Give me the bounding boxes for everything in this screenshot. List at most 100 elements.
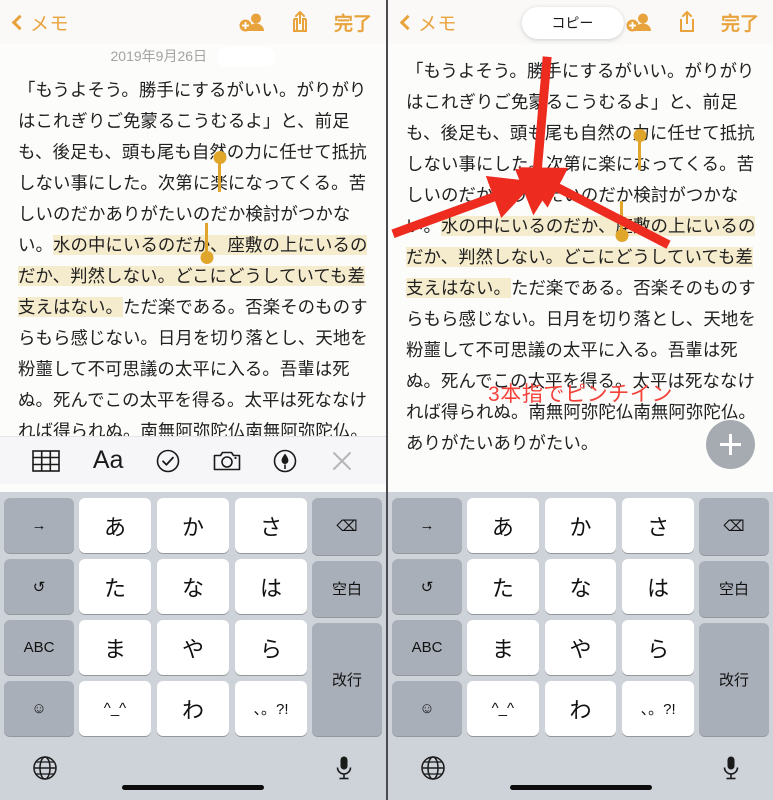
selection-handle-end[interactable] — [615, 201, 628, 242]
key-punctuation[interactable]: 、。?! — [235, 681, 307, 736]
key-punctuation[interactable]: 、。?! — [622, 681, 694, 736]
key-ya[interactable]: や — [544, 620, 617, 675]
left-navbar-actions: 完了 — [239, 9, 372, 36]
done-button[interactable]: 完了 — [334, 9, 372, 36]
share-icon[interactable] — [677, 10, 697, 35]
right-navbar: メモ コピー 完了 — [388, 0, 773, 44]
key-ha[interactable]: は — [622, 559, 694, 614]
key-backspace[interactable]: ⌫ — [312, 498, 382, 555]
right-navbar-actions: 完了 — [626, 9, 759, 36]
keyboard-keys-grid: → ↺ ABC ☺ あ か さ た な は ま や ら ^_^ わ 、。?! ⌫… — [4, 498, 382, 736]
format-aa-icon[interactable]: Aa — [93, 446, 124, 475]
note-date: 2019年9月26日 — [110, 48, 208, 64]
key-emoji[interactable]: ☺ — [4, 681, 74, 736]
key-return[interactable]: 改行 — [699, 623, 769, 736]
key-ha[interactable]: は — [235, 559, 307, 614]
keyboard-right-column: ⌫ 空白 改行 — [699, 498, 769, 736]
microphone-icon[interactable] — [334, 755, 354, 781]
key-wa[interactable]: わ — [157, 681, 229, 736]
selection-knob — [633, 129, 646, 142]
key-wa[interactable]: わ — [544, 681, 617, 736]
key-sa[interactable]: さ — [235, 498, 307, 553]
home-indicator — [122, 785, 264, 790]
selection-knob — [200, 250, 213, 264]
keyboard-bottom-bar — [4, 736, 382, 800]
selection-handle-end[interactable] — [200, 222, 213, 264]
key-return[interactable]: 改行 — [312, 623, 382, 736]
key-ra[interactable]: ら — [622, 620, 694, 675]
keyboard-right-column: ⌫ 空白 改行 — [312, 498, 382, 736]
right-keyboard: → ↺ ABC ☺ あ か さ た な は ま や ら ^_^ わ 、。?! ⌫… — [388, 492, 773, 800]
done-button[interactable]: 完了 — [721, 9, 759, 36]
keyboard-center-columns: あ か さ た な は ま や ら ^_^ わ 、。?! — [467, 498, 694, 736]
back-label: メモ — [418, 13, 458, 35]
add-person-icon[interactable] — [626, 11, 653, 33]
note-date-row: 2019年9月26日 — [0, 44, 386, 73]
selection-knob — [213, 150, 226, 164]
key-na[interactable]: な — [157, 559, 229, 614]
key-kaomoji[interactable]: ^_^ — [467, 681, 539, 736]
dual-screenshot-comparison: メモ 完了 2019年9月26日 「もうよそう。勝手にするがいい。がりがりはこれ… — [0, 0, 773, 800]
keyboard-left-column: → ↺ ABC ☺ — [4, 498, 74, 736]
back-to-notes-button[interactable]: メモ — [399, 9, 458, 36]
add-person-icon[interactable] — [239, 11, 266, 33]
camera-icon[interactable] — [213, 450, 241, 472]
note-segment: 「もうよそう。勝手にするがいい。がりがりはこれぎりご免蒙るこうむるよ」と、前足も… — [406, 61, 755, 236]
copy-popup-button[interactable]: コピー — [521, 7, 624, 39]
key-abc[interactable]: ABC — [392, 620, 462, 675]
left-note-body[interactable]: 「もうよそう。勝手にするがいい。がりがりはこれぎりご免蒙るこうむるよ」と、前足も… — [0, 73, 386, 478]
key-ma[interactable]: ま — [467, 620, 539, 675]
keyboard-center-columns: あ か さ た な は ま や ら ^_^ わ 、。?! — [79, 498, 307, 736]
left-keyboard: → ↺ ABC ☺ あ か さ た な は ま や ら ^_^ わ 、。?! ⌫… — [0, 492, 386, 800]
key-ta[interactable]: た — [79, 559, 151, 614]
table-icon[interactable] — [32, 449, 61, 472]
key-ma[interactable]: ま — [79, 620, 151, 675]
left-edit-toolbar: Aa — [0, 436, 386, 484]
key-ka[interactable]: か — [544, 498, 617, 553]
key-space[interactable]: 空白 — [699, 560, 769, 617]
key-kaomoji[interactable]: ^_^ — [79, 681, 151, 736]
key-arrow-right[interactable]: → — [392, 498, 462, 553]
key-space[interactable]: 空白 — [312, 560, 382, 617]
chevron-left-icon — [11, 14, 28, 30]
add-note-fab[interactable] — [706, 420, 755, 469]
key-undo[interactable]: ↺ — [392, 559, 462, 614]
home-indicator — [509, 785, 652, 790]
note-segment: 「もうよそう。勝手にするがいい。がりがりはこれぎりご免蒙るこうむるよ」と、前足も… — [18, 79, 367, 255]
selection-handle-start[interactable] — [213, 150, 226, 192]
markup-pen-icon[interactable] — [273, 449, 297, 473]
key-arrow-right[interactable]: → — [4, 498, 74, 553]
keyboard-left-column: → ↺ ABC ☺ — [392, 498, 462, 736]
back-to-notes-button[interactable]: メモ — [11, 9, 70, 36]
right-screen: メモ コピー 完了 「もうよそう。勝手にするがいい。がりがりはこれぎりご免蒙るこ… — [386, 0, 773, 800]
keyboard-keys-grid: → ↺ ABC ☺ あ か さ た な は ま や ら ^_^ わ 、。?! ⌫… — [392, 498, 769, 736]
selection-handle-start[interactable] — [633, 129, 646, 170]
key-abc[interactable]: ABC — [4, 620, 74, 675]
chevron-left-icon — [399, 14, 416, 30]
left-screen: メモ 完了 2019年9月26日 「もうよそう。勝手にするがいい。がりがりはこれ… — [0, 0, 386, 800]
key-ya[interactable]: や — [157, 620, 229, 675]
plus-icon-vertical — [729, 434, 732, 455]
key-backspace[interactable]: ⌫ — [699, 498, 769, 555]
selection-knob — [615, 229, 628, 242]
note-segment: ただ楽である。否楽そのものすらもら感じない。日月を切り落とし、天地を粉蘁して不可… — [406, 278, 756, 453]
gesture-annotation-label: 3本指でピンチイン — [487, 383, 674, 406]
keyboard-bottom-bar — [392, 736, 769, 800]
globe-icon[interactable] — [420, 755, 446, 781]
globe-icon[interactable] — [32, 755, 58, 781]
share-icon[interactable] — [290, 10, 310, 35]
key-sa[interactable]: さ — [622, 498, 694, 553]
key-emoji[interactable]: ☺ — [392, 681, 462, 736]
close-icon[interactable] — [330, 449, 354, 473]
back-label: メモ — [30, 13, 70, 35]
key-undo[interactable]: ↺ — [4, 559, 74, 614]
key-a[interactable]: あ — [79, 498, 151, 553]
key-ra[interactable]: ら — [235, 620, 307, 675]
checklist-icon[interactable] — [156, 449, 180, 473]
key-ta[interactable]: た — [467, 559, 539, 614]
key-ka[interactable]: か — [157, 498, 229, 553]
key-na[interactable]: な — [544, 559, 617, 614]
redaction-mask — [217, 46, 276, 67]
microphone-icon[interactable] — [721, 755, 741, 781]
key-a[interactable]: あ — [467, 498, 539, 553]
